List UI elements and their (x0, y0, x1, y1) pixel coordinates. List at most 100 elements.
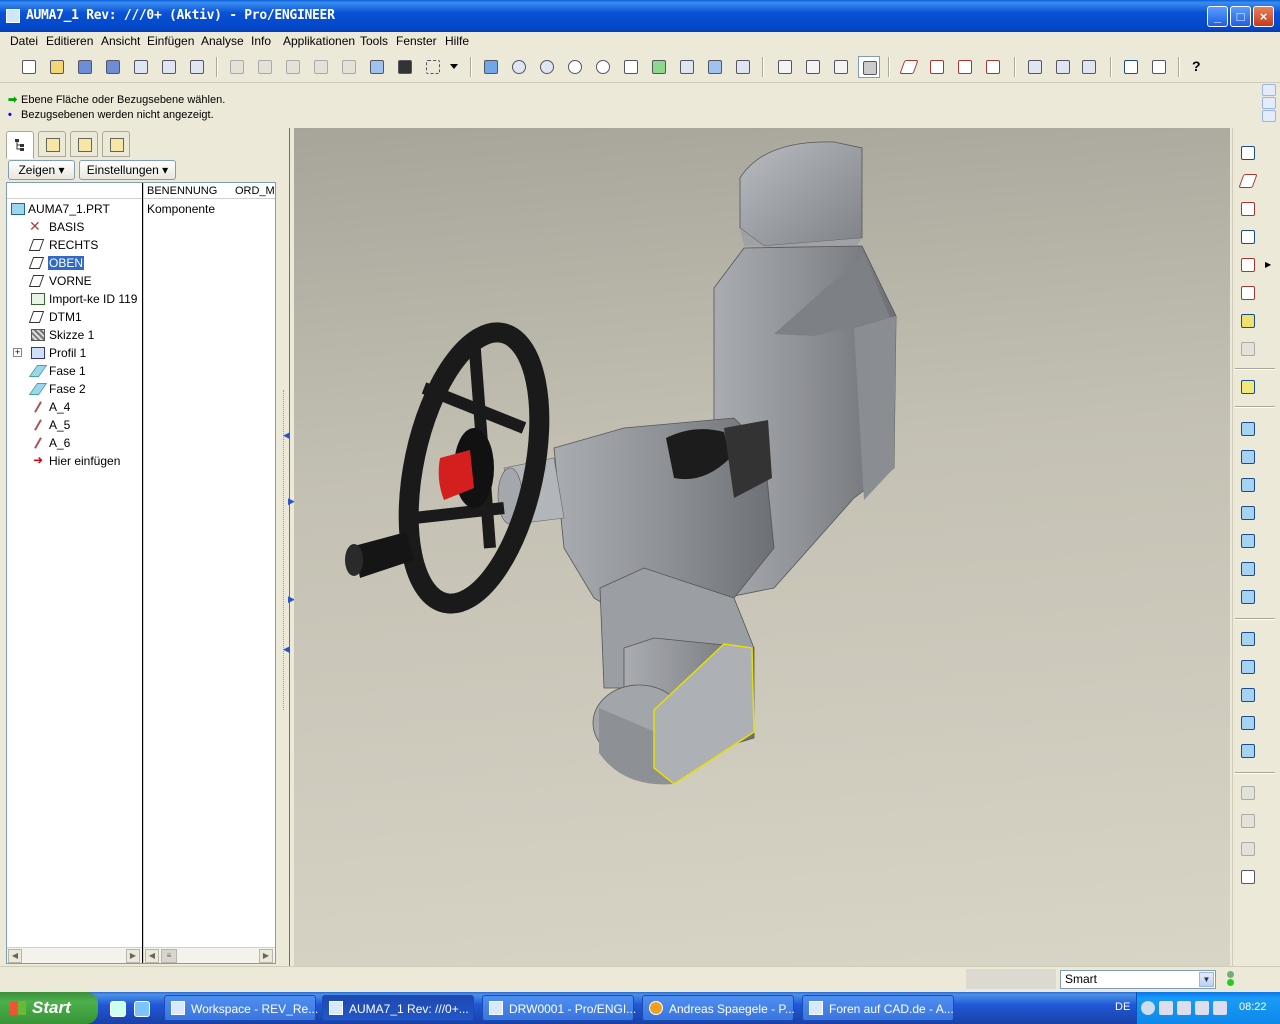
tray-app-icon[interactable] (1213, 1001, 1227, 1015)
context-help-icon[interactable]: ? (1188, 56, 1210, 78)
coordinate-system-tool-icon[interactable] (1237, 282, 1259, 304)
language-indicator[interactable]: DE (1115, 1001, 1130, 1013)
taskbar-item-active[interactable]: AUMA7_1 Rev: ///0+... (322, 995, 474, 1021)
save-copy-icon[interactable] (102, 56, 124, 78)
menu-einfuegen[interactable]: Einfügen (147, 34, 194, 48)
orient-mode-icon[interactable] (536, 56, 558, 78)
tree-item-selected[interactable]: OBEN (7, 254, 142, 272)
settings-dropdown[interactable]: Einstellungen ▾ (79, 160, 176, 180)
tree-item[interactable]: BASIS (7, 218, 142, 236)
print-icon[interactable] (130, 56, 152, 78)
view-manager-icon[interactable] (732, 56, 754, 78)
tree-item[interactable]: RECHTS (7, 236, 142, 254)
mirror-icon[interactable] (1237, 684, 1259, 706)
datum-planes-toggle-icon[interactable] (898, 56, 920, 78)
pattern-icon[interactable] (1237, 656, 1259, 678)
datum-axes-toggle-icon[interactable] (926, 56, 948, 78)
window-close-icon[interactable] (1148, 56, 1170, 78)
find-binoculars-icon[interactable] (394, 56, 416, 78)
undo-icon[interactable] (226, 56, 248, 78)
feature-operations-icon[interactable] (1237, 376, 1259, 398)
datum-axis-tool-icon[interactable] (1237, 198, 1259, 220)
tree-item[interactable]: VORNE (7, 272, 142, 290)
open-folder-icon[interactable] (46, 56, 68, 78)
start-button[interactable]: Start (0, 992, 98, 1024)
paste-special-icon[interactable] (338, 56, 360, 78)
revolve-icon[interactable] (1237, 446, 1259, 468)
zoom-out-icon[interactable] (592, 56, 614, 78)
menu-info[interactable]: Info (251, 34, 271, 48)
saved-views-icon[interactable] (676, 56, 698, 78)
properties-icon[interactable] (1052, 56, 1074, 78)
quicklaunch-desktop-icon[interactable] (110, 1001, 126, 1017)
app-icon[interactable] (6, 9, 20, 23)
graphics-viewport[interactable] (294, 128, 1230, 966)
menu-hilfe[interactable]: Hilfe (445, 34, 469, 48)
relations-icon[interactable] (1078, 56, 1100, 78)
tree-item[interactable]: Skizze 1 (7, 326, 142, 344)
network-icon[interactable] (1159, 1001, 1173, 1015)
send-mail-icon[interactable] (186, 56, 208, 78)
tree-scrollbar-right[interactable]: ◀ ≡ ▶ (144, 947, 275, 963)
menu-analyse[interactable]: Analyse (201, 34, 244, 48)
flyout-arrow-icon[interactable]: ▶ (1265, 260, 1271, 269)
taskbar-item[interactable]: DRW0001 - Pro/ENGI... (482, 995, 636, 1021)
minimize-button[interactable]: _ (1207, 6, 1228, 27)
menu-editieren[interactable]: Editieren (46, 34, 93, 48)
draft-icon[interactable] (1237, 502, 1259, 524)
chevron-down-icon[interactable] (448, 56, 460, 78)
tab-folder-browser[interactable] (70, 131, 98, 157)
tree-item[interactable]: + Profil 1 (7, 344, 142, 362)
sketch-grid-icon[interactable] (1237, 866, 1259, 888)
redo-icon[interactable] (254, 56, 276, 78)
no-hidden-icon[interactable] (830, 56, 852, 78)
menu-fenster[interactable]: Fenster (396, 34, 437, 48)
clock[interactable]: 08:22 (1239, 1001, 1267, 1013)
datum-plane-tool-icon[interactable] (1237, 170, 1259, 192)
taskbar-item[interactable]: Foren auf CAD.de - A... (802, 995, 954, 1021)
show-dropdown[interactable]: Zeigen ▾ (8, 160, 75, 180)
volume-icon[interactable] (1195, 1001, 1209, 1015)
model-tree-settings-icon[interactable] (1024, 56, 1046, 78)
boundary-blend-icon[interactable] (1237, 740, 1259, 762)
tree-item[interactable]: A_6 (7, 434, 142, 452)
tray-expand-icon[interactable] (1141, 1001, 1155, 1015)
selection-filter-select[interactable]: Smart ▼ (1060, 970, 1216, 989)
edit-icon[interactable] (158, 56, 180, 78)
copy-feature-icon[interactable] (1237, 628, 1259, 650)
chamfer-tool-icon[interactable] (1237, 586, 1259, 608)
collapse-arrow-icon[interactable]: ◀ (283, 430, 290, 441)
tree-item[interactable]: ➜ Hier einfügen (7, 452, 142, 470)
tree-item[interactable]: A_4 (7, 398, 142, 416)
message-scrollbar[interactable] (1262, 84, 1276, 124)
rib-icon[interactable] (1237, 530, 1259, 552)
spin-center-icon[interactable] (508, 56, 530, 78)
tree-item[interactable]: A_5 (7, 416, 142, 434)
column-header-ord[interactable]: ORD_M (235, 185, 275, 197)
reorient-icon[interactable] (648, 56, 670, 78)
datum-points-toggle-icon[interactable] (954, 56, 976, 78)
window-activate-icon[interactable] (1120, 56, 1142, 78)
shell-icon[interactable] (1237, 474, 1259, 496)
datum-point-tool-icon[interactable] (1237, 254, 1259, 276)
coordinate-systems-toggle-icon[interactable] (982, 56, 1004, 78)
tab-model-tree[interactable] (6, 131, 34, 159)
close-button[interactable]: × (1253, 6, 1274, 27)
security-icon[interactable] (1177, 1001, 1191, 1015)
refit-icon[interactable] (620, 56, 642, 78)
quicklaunch-ie-icon[interactable] (134, 1001, 150, 1017)
panel-splitter[interactable]: ◀ ▶ ▶ ◀ (282, 128, 295, 966)
tree-item[interactable]: Fase 1 (7, 362, 142, 380)
new-file-icon[interactable] (18, 56, 40, 78)
mirror-tool-icon[interactable] (1237, 782, 1259, 804)
tree-item[interactable]: DTM1 (7, 308, 142, 326)
regenerate-icon[interactable] (366, 56, 388, 78)
column-header-benennung[interactable]: BENENNUNG (147, 185, 217, 197)
chain-tool-icon[interactable] (1237, 338, 1259, 360)
analysis-tool-icon[interactable] (1237, 310, 1259, 332)
maximize-button[interactable]: □ (1230, 6, 1251, 27)
taskbar-item[interactable]: Workspace - REV_Re... (164, 995, 318, 1021)
selection-box-icon[interactable] (422, 56, 444, 78)
trim-icon[interactable] (1237, 838, 1259, 860)
tab-favorites[interactable] (102, 131, 130, 157)
